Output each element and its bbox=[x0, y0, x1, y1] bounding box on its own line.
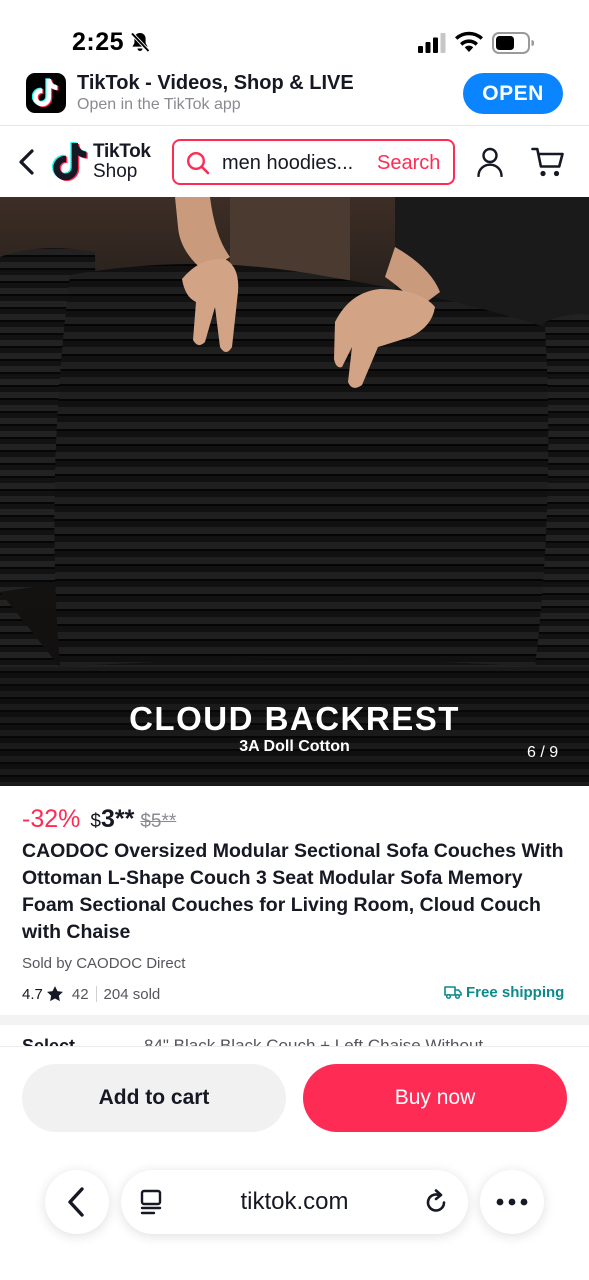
user-profile-icon[interactable] bbox=[476, 147, 504, 177]
tiktok-note-icon bbox=[52, 142, 88, 182]
buy-now-button[interactable]: Buy now bbox=[303, 1064, 567, 1132]
discount-badge: -32% bbox=[22, 805, 81, 833]
original-price: $5** bbox=[140, 811, 177, 832]
truck-icon bbox=[444, 986, 462, 1000]
seller-name[interactable]: Sold by CAODOC Direct bbox=[22, 955, 185, 972]
shipping-text: Free shipping bbox=[466, 983, 565, 1001]
rating-row[interactable]: 4.7 42 204 sold bbox=[22, 984, 160, 1004]
search-bar[interactable]: men hoodies... Search bbox=[172, 139, 455, 185]
divider bbox=[95, 986, 97, 1002]
browser-toolbar: tiktok.com bbox=[0, 1156, 589, 1280]
url-text: tiktok.com bbox=[240, 1188, 349, 1215]
image-caption-subtitle: 3A Doll Cotton bbox=[239, 738, 350, 755]
tiktok-app-icon bbox=[26, 73, 66, 113]
sold-count: 204 sold bbox=[103, 985, 161, 1003]
battery-icon bbox=[492, 32, 534, 54]
more-dots-icon bbox=[496, 1198, 528, 1206]
browser-more-button[interactable] bbox=[480, 1170, 544, 1234]
logo-text-shop: Shop bbox=[93, 161, 138, 182]
star-icon bbox=[46, 986, 63, 1002]
product-photo bbox=[0, 197, 589, 786]
app-install-banner: TikTok - Videos, Shop & LIVE Open in the… bbox=[0, 66, 589, 126]
bell-slash-icon bbox=[130, 32, 150, 53]
review-count: 42 bbox=[71, 985, 89, 1003]
free-shipping-badge: Free shipping bbox=[444, 982, 564, 1002]
app-banner-title: TikTok - Videos, Shop & LIVE bbox=[77, 72, 354, 94]
shopping-cart-icon[interactable] bbox=[531, 146, 565, 178]
product-image-gallery[interactable]: CLOUD BACKREST 3A Doll Cotton 6 / 9 bbox=[0, 197, 589, 786]
status-bar: 2:25 bbox=[0, 0, 589, 66]
product-title: CAODOC Oversized Modular Sectional Sofa … bbox=[22, 840, 564, 943]
reload-icon[interactable] bbox=[423, 1189, 449, 1215]
search-icon bbox=[186, 151, 210, 175]
price-currency: $ bbox=[90, 811, 101, 832]
logo-text-tiktok: TikTok bbox=[93, 141, 151, 162]
browser-back-button[interactable] bbox=[45, 1170, 109, 1234]
section-divider bbox=[0, 1015, 589, 1025]
rating-value: 4.7 bbox=[22, 985, 43, 1003]
status-time: 2:25 bbox=[72, 28, 125, 56]
sale-price: 3** bbox=[100, 805, 135, 833]
price-row: -32% $3** $5** bbox=[22, 805, 176, 837]
wifi-icon bbox=[455, 31, 483, 52]
purchase-action-bar: Add to cart Buy now bbox=[0, 1046, 589, 1156]
chevron-left-icon bbox=[68, 1187, 84, 1217]
cellular-signal-icon bbox=[418, 33, 446, 53]
back-arrow-icon[interactable] bbox=[14, 147, 40, 177]
search-button[interactable]: Search bbox=[377, 152, 440, 175]
open-app-button[interactable]: OPEN bbox=[463, 73, 563, 114]
tiktok-shop-logo[interactable]: TikTok Shop bbox=[52, 139, 167, 185]
address-bar[interactable]: tiktok.com bbox=[121, 1170, 468, 1234]
image-counter: 6 / 9 bbox=[527, 744, 559, 761]
image-caption-title: CLOUD BACKREST bbox=[129, 700, 460, 737]
add-to-cart-button[interactable]: Add to cart bbox=[22, 1064, 286, 1132]
app-banner-subtitle: Open in the TikTok app bbox=[77, 96, 241, 113]
shop-header: TikTok Shop men hoodies... Search bbox=[0, 127, 589, 197]
search-input[interactable]: men hoodies... bbox=[222, 152, 370, 175]
